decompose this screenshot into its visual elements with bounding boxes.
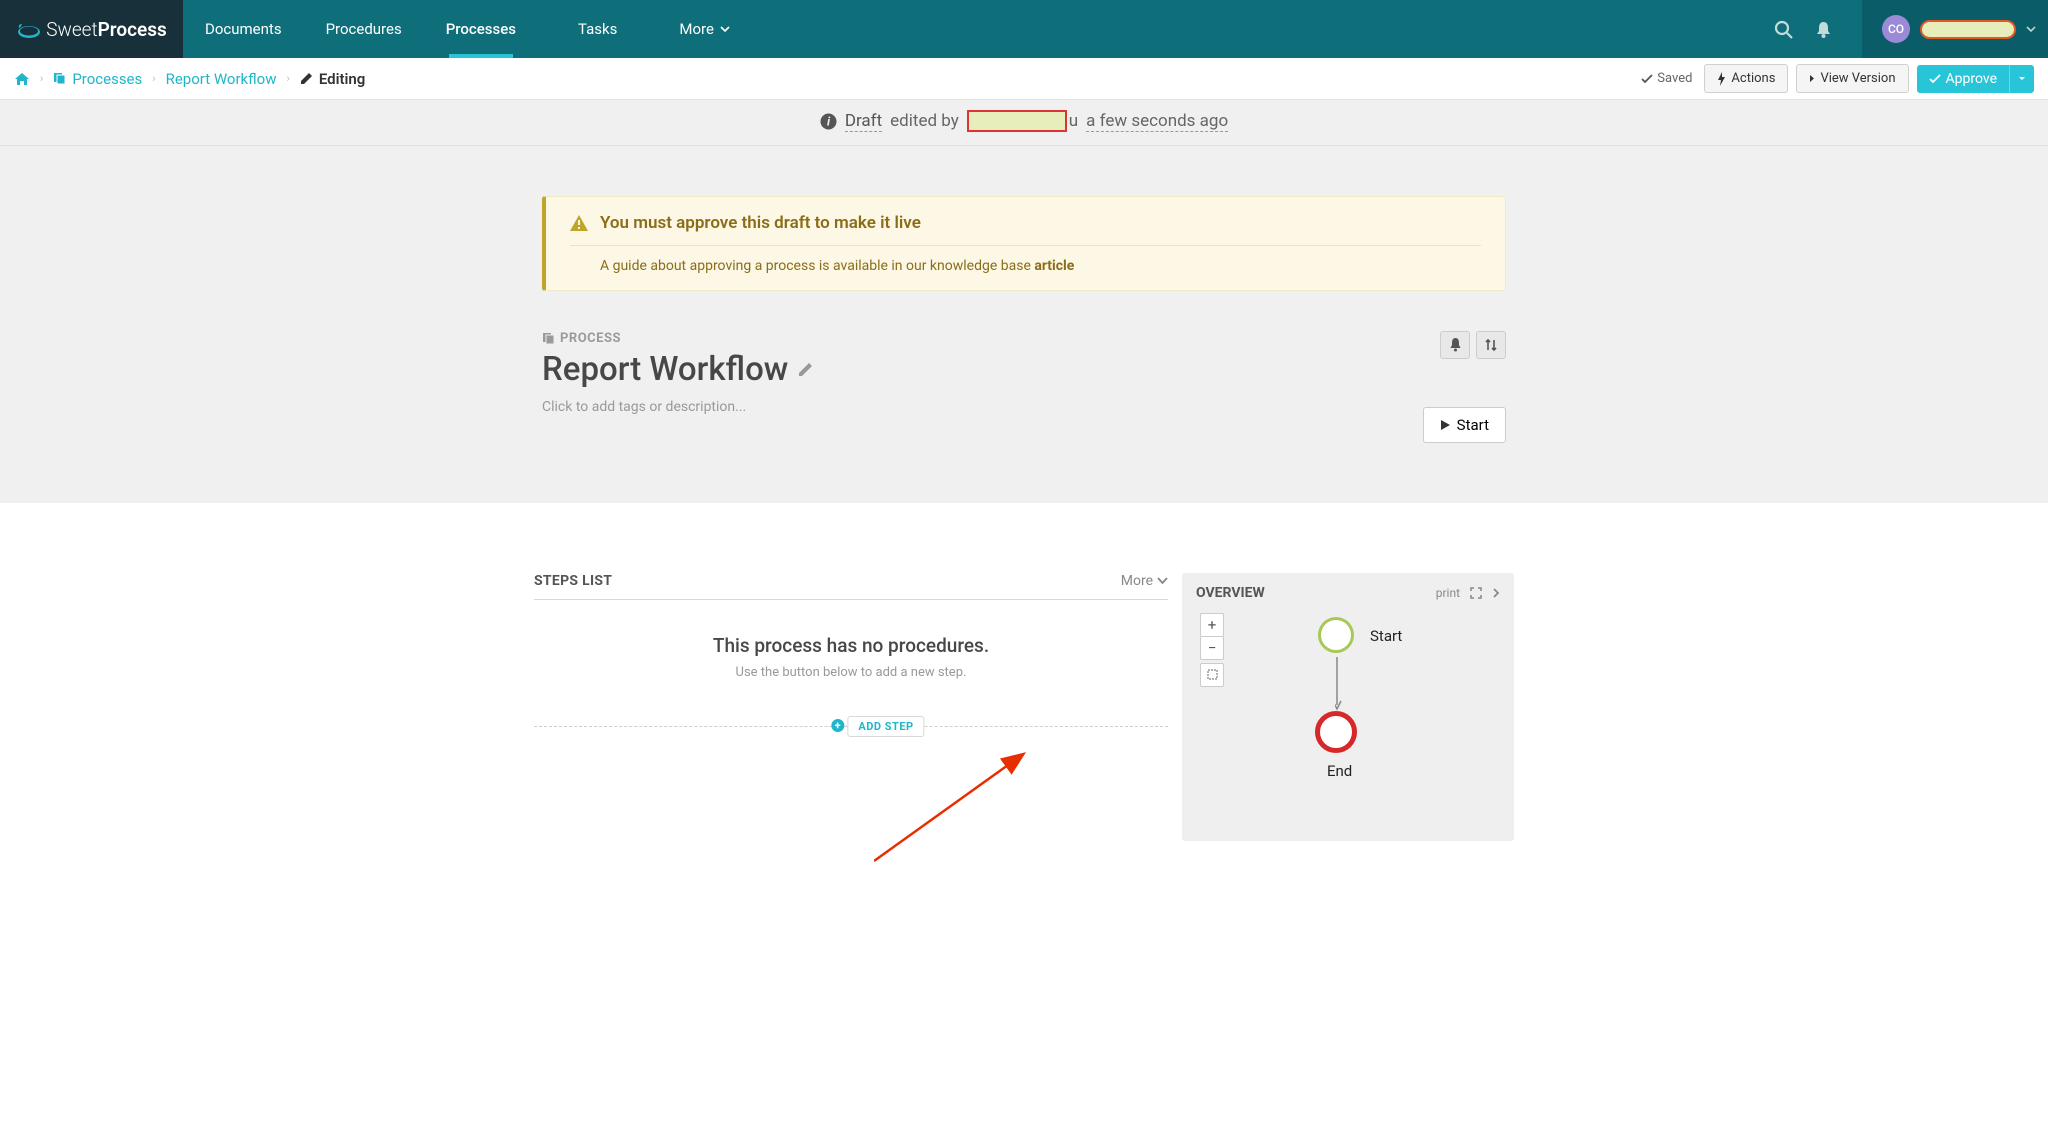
page-body: You must approve this draft to make it l…: [0, 146, 2048, 901]
breadcrumb-workflow[interactable]: Report Workflow: [166, 70, 277, 88]
logo-icon: [16, 21, 40, 37]
bell-icon[interactable]: [1812, 18, 1834, 40]
approve-button[interactable]: Approve: [1917, 65, 2009, 93]
actions-button[interactable]: Actions: [1704, 64, 1788, 93]
steps-more[interactable]: More: [1121, 573, 1168, 589]
stack-icon: [53, 72, 66, 85]
steps-column: STEPS LIST More This process has no proc…: [534, 573, 1168, 727]
edit-timestamp: a few seconds ago: [1086, 111, 1228, 132]
chevron-down-icon: [2026, 26, 2036, 32]
stack-icon: [542, 332, 555, 345]
edit-title-icon[interactable]: [798, 361, 814, 377]
breadcrumb-sep: ›: [40, 72, 43, 85]
breadcrumbs: › Processes › Report Workflow › Editing: [14, 70, 365, 88]
process-description-placeholder[interactable]: Click to add tags or description...: [542, 399, 814, 415]
nav-right: CO: [1772, 0, 2048, 58]
breadcrumb-bar: › Processes › Report Workflow › Editing …: [0, 58, 2048, 100]
logo-text: SweetProcess: [46, 18, 167, 41]
notifications-button[interactable]: [1440, 331, 1470, 359]
alert-body: A guide about approving a process is ava…: [570, 246, 1481, 274]
overview-panel: OVERVIEW print + −: [1182, 573, 1514, 841]
breadcrumb-processes[interactable]: Processes: [53, 70, 142, 88]
home-icon: [14, 72, 30, 86]
nav-items: Documents Procedures Processes Tasks Mor…: [183, 0, 1772, 58]
nav-more[interactable]: More: [657, 0, 752, 58]
zoom-out-button[interactable]: −: [1200, 636, 1224, 660]
annotation-arrow-icon: [874, 751, 1034, 871]
sort-icon: [1484, 338, 1498, 352]
user-menu[interactable]: CO: [1862, 0, 2048, 58]
edited-by-text: edited by: [890, 111, 959, 131]
diagram-end-node[interactable]: [1315, 711, 1357, 753]
search-icon[interactable]: [1772, 18, 1794, 40]
chevron-down-icon: [1157, 577, 1168, 584]
editor-trailing: u: [1069, 111, 1078, 131]
breadcrumb-sep: ›: [287, 72, 290, 85]
nav-tasks[interactable]: Tasks: [538, 0, 657, 58]
toolbar-actions: Saved Actions View Version Approve: [1641, 64, 2034, 93]
nav-documents[interactable]: Documents: [183, 0, 304, 58]
top-nav: SweetProcess Documents Procedures Proces…: [0, 0, 2048, 58]
pencil-icon: [300, 72, 313, 85]
process-type-label: PROCESS: [542, 331, 814, 346]
nav-procedures[interactable]: Procedures: [304, 0, 424, 58]
nav-processes[interactable]: Processes: [424, 0, 538, 58]
breadcrumb-sep: ›: [152, 72, 155, 85]
empty-subtitle: Use the button below to add a new step.: [534, 665, 1168, 680]
logo[interactable]: SweetProcess: [0, 0, 183, 58]
approve-dropdown[interactable]: [2009, 65, 2034, 93]
saved-label: Saved: [1641, 71, 1692, 86]
user-name-redacted: [1920, 20, 2016, 39]
zoom-fit-button[interactable]: [1200, 663, 1224, 687]
diagram-start-label: Start: [1370, 627, 1402, 645]
check-icon: [1929, 74, 1941, 84]
info-icon: i: [820, 113, 837, 130]
view-version-button[interactable]: View Version: [1796, 64, 1908, 93]
overview-print[interactable]: print: [1436, 586, 1460, 600]
avatar: CO: [1882, 15, 1910, 43]
overview-expand-icon[interactable]: [1470, 587, 1482, 599]
breadcrumb-current: Editing: [300, 70, 366, 88]
diagram-start-node[interactable]: [1318, 617, 1354, 653]
zoom-in-button[interactable]: +: [1200, 613, 1224, 637]
overview-diagram: + − Start End: [1196, 609, 1500, 829]
empty-title: This process has no procedures.: [534, 634, 1168, 657]
breadcrumb-home[interactable]: [14, 72, 30, 86]
editor-name-redacted: [967, 110, 1067, 132]
diagram-edge: [1335, 657, 1347, 713]
reorder-button[interactable]: [1476, 331, 1506, 359]
process-title: Report Workflow: [542, 350, 814, 389]
diagram-end-label: End: [1327, 762, 1352, 780]
process-header: PROCESS Report Workflow Click to add tag…: [542, 331, 1506, 443]
draft-label: Draft: [845, 111, 882, 132]
start-button[interactable]: Start: [1423, 407, 1506, 443]
bolt-icon: [1717, 72, 1726, 86]
approval-alert: You must approve this draft to make it l…: [542, 196, 1506, 291]
lower-section: STEPS LIST More This process has no proc…: [0, 503, 2048, 901]
add-step-button[interactable]: + ADD STEP: [847, 716, 924, 737]
warning-icon: [570, 215, 588, 231]
overview-collapse-icon[interactable]: [1492, 587, 1500, 599]
check-icon: [1641, 74, 1653, 84]
bell-icon: [1449, 337, 1462, 352]
alert-title: You must approve this draft to make it l…: [570, 213, 1481, 246]
alert-article-link[interactable]: article: [1034, 258, 1074, 274]
add-step-row: + ADD STEP: [534, 726, 1168, 727]
caret-right-icon: [1809, 74, 1815, 83]
draft-info-bar: i Draft edited by u a few seconds ago: [0, 100, 2048, 146]
overview-heading: OVERVIEW: [1196, 585, 1265, 601]
steps-empty-state: This process has no procedures. Use the …: [534, 600, 1168, 720]
caret-down-icon: [2018, 76, 2026, 81]
plus-icon: +: [831, 719, 844, 732]
steps-heading: STEPS LIST: [534, 573, 612, 589]
approve-button-group: Approve: [1917, 65, 2034, 93]
play-icon: [1440, 419, 1451, 431]
